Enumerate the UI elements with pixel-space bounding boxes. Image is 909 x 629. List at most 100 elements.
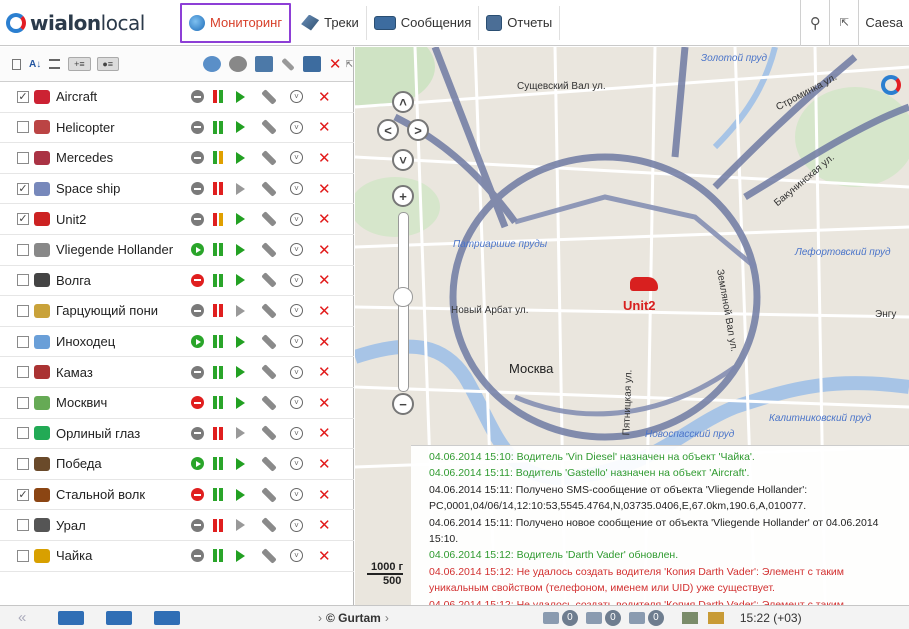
unit-row[interactable]: Helicopter ˅ ✕	[0, 113, 354, 144]
unit-name[interactable]: Урал	[56, 518, 184, 533]
unit-menu-icon[interactable]: ˅	[290, 365, 303, 379]
unit-state-icon[interactable]	[191, 426, 204, 440]
layers-icon[interactable]	[681, 611, 698, 624]
unit-delete-icon[interactable]: ✕	[318, 394, 331, 412]
unit-wrench-icon[interactable]	[261, 241, 277, 258]
sort-az-icon[interactable]: A↓	[29, 57, 41, 71]
unit-row[interactable]: Камаз ˅ ✕	[0, 357, 354, 388]
unit-menu-icon[interactable]: ˅	[290, 243, 303, 257]
unit-menu-icon[interactable]: ˅	[290, 335, 303, 349]
unit-state-icon[interactable]	[191, 243, 204, 257]
pan-up-button[interactable]: ˄	[392, 91, 414, 113]
unit-delete-icon[interactable]: ✕	[318, 180, 331, 198]
unit2-map-label[interactable]: Unit2	[623, 298, 656, 313]
unit-name[interactable]: Mercedes	[56, 150, 184, 165]
unit-checkbox[interactable]: ✓	[17, 488, 29, 501]
events-counter[interactable]: 0	[585, 609, 621, 626]
unit-state-icon[interactable]	[191, 549, 204, 563]
unit-row[interactable]: ✓ Стальной волк ˅ ✕	[0, 480, 354, 511]
unit-delete-icon[interactable]: ✕	[318, 302, 331, 320]
unit-name[interactable]: Чайка	[56, 548, 184, 563]
add-units-button[interactable]: +≡	[68, 57, 91, 71]
unit-state-icon[interactable]	[191, 457, 204, 471]
truck-name-icon[interactable]	[106, 610, 132, 625]
messages-counter[interactable]: 0	[542, 609, 578, 626]
unit-menu-icon[interactable]: ˅	[290, 304, 303, 318]
unit-row[interactable]: Чайка ˅ ✕	[0, 541, 354, 572]
unit-delete-icon[interactable]: ✕	[318, 88, 331, 106]
unit-wrench-icon[interactable]	[261, 364, 277, 380]
unit-wrench-icon[interactable]	[261, 89, 277, 105]
unit-row[interactable]: Vliegende Hollander ˅ ✕	[0, 235, 354, 266]
unit-delete-icon[interactable]: ✕	[318, 149, 331, 167]
unit-state-icon[interactable]	[191, 396, 204, 410]
unit-checkbox[interactable]	[17, 519, 29, 532]
unit-state-icon[interactable]	[191, 151, 204, 165]
tab-reports[interactable]: Отчеты	[479, 5, 561, 40]
tab-messages[interactable]: Сообщения	[367, 5, 480, 40]
tab-tracks[interactable]: Треки	[294, 5, 367, 40]
unit-wrench-icon[interactable]	[261, 486, 277, 503]
locator-icon[interactable]	[202, 56, 221, 72]
unit-checkbox[interactable]	[17, 427, 29, 440]
unit-name[interactable]: Space ship	[56, 181, 184, 196]
unit-menu-icon[interactable]: ˅	[290, 426, 303, 440]
unit-name[interactable]: Vliegende Hollander	[56, 242, 184, 257]
zoom-in-button[interactable]: +	[392, 185, 414, 207]
unit-state-icon[interactable]	[191, 304, 204, 318]
unit-menu-icon[interactable]: ˅	[290, 396, 303, 410]
unit-row[interactable]: ✓ Aircraft ˅ ✕	[0, 82, 354, 113]
collapse-icon[interactable]: «	[18, 609, 58, 626]
pan-right-button[interactable]: ˃	[407, 119, 429, 141]
unit-wrench-icon[interactable]	[261, 517, 277, 533]
unit-name[interactable]: Стальной волк	[56, 487, 184, 502]
unit-checkbox[interactable]	[17, 274, 29, 287]
unit-menu-icon[interactable]: ˅	[290, 212, 303, 226]
unit-row[interactable]: Иноходец ˅ ✕	[0, 327, 354, 358]
tab-monitoring[interactable]: Мониторинг	[180, 2, 292, 43]
unit-menu-icon[interactable]: ˅	[290, 457, 303, 471]
unit-state-icon[interactable]	[191, 212, 204, 226]
unit-name[interactable]: Гарцующий пони	[56, 303, 184, 318]
user-menu[interactable]: Caesa	[859, 15, 909, 30]
unit-wrench-icon[interactable]	[261, 547, 277, 564]
unit-menu-icon[interactable]: ˅	[290, 273, 303, 287]
unit-checkbox[interactable]	[17, 366, 29, 379]
delete-all-icon[interactable]: ✕	[329, 55, 342, 73]
unit-checkbox[interactable]	[17, 243, 29, 256]
unit-checkbox[interactable]	[17, 396, 29, 409]
unit-wrench-icon[interactable]	[261, 394, 277, 411]
unit-row[interactable]: Орлиный глаз ˅ ✕	[0, 419, 354, 450]
unit-menu-icon[interactable]: ˅	[290, 518, 303, 532]
unit-menu-icon[interactable]: ˅	[290, 488, 303, 502]
unit-wrench-icon[interactable]	[261, 272, 277, 289]
unit-delete-icon[interactable]: ✕	[318, 333, 331, 351]
unit-name[interactable]: Камаз	[56, 365, 184, 380]
unit-checkbox[interactable]	[17, 335, 29, 348]
unit-state-icon[interactable]	[191, 335, 204, 349]
truck-icon[interactable]	[58, 610, 84, 625]
unit-delete-icon[interactable]: ✕	[318, 486, 331, 504]
corner-icon[interactable]: ⇱	[345, 59, 353, 70]
unit-delete-icon[interactable]: ✕	[318, 424, 331, 442]
unit-wrench-icon[interactable]	[261, 303, 277, 319]
truck-add-icon[interactable]	[154, 610, 180, 625]
unit-row[interactable]: Урал ˅ ✕	[0, 510, 354, 541]
wrench-icon[interactable]	[281, 57, 295, 71]
unit-name[interactable]: Aircraft	[56, 89, 184, 104]
unit-wrench-icon[interactable]	[261, 425, 277, 442]
unit-name[interactable]: Unit2	[56, 212, 184, 227]
pan-left-button[interactable]: ˂	[377, 119, 399, 141]
notifications-panel[interactable]: 04.06.2014 15:10: Водитель 'Vin Diesel' …	[411, 445, 909, 605]
unit-delete-icon[interactable]: ✕	[318, 455, 331, 473]
select-all-icon[interactable]	[12, 58, 22, 70]
search-button[interactable]: ⚲	[801, 0, 829, 46]
unit-state-icon[interactable]	[191, 273, 204, 287]
unit-name[interactable]: Helicopter	[56, 120, 184, 135]
unit-checkbox[interactable]: ✓	[17, 90, 29, 103]
unit-checkbox[interactable]	[17, 549, 29, 562]
unit2-marker-icon[interactable]	[630, 277, 658, 291]
unit-checkbox[interactable]: ✓	[17, 182, 29, 195]
unit-row[interactable]: Гарцующий пони ˅ ✕	[0, 296, 354, 327]
unit-wrench-icon[interactable]	[261, 180, 277, 197]
